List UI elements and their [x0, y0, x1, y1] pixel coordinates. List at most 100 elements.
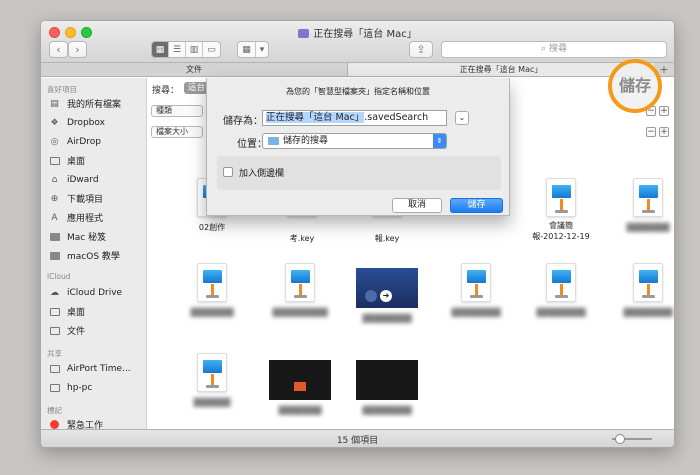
documents-icon: [49, 326, 60, 336]
chevron-down-icon[interactable]: ▾: [256, 42, 268, 57]
grid-arrange-icon[interactable]: ▦: [238, 42, 256, 57]
sidebar-item-hp-pc[interactable]: hp-pc: [49, 381, 92, 394]
sidebar-item-icloud-drive[interactable]: ☁ iCloud Drive: [49, 286, 122, 299]
all-files-icon: ▤: [50, 98, 59, 109]
cancel-button[interactable]: 取消: [392, 198, 442, 213]
file-item[interactable]: ▓▓▓▓▓▓▓▓: [606, 263, 674, 318]
sidebar-item-airdrop[interactable]: ◎ AirDrop: [49, 135, 101, 148]
expand-dialog-button[interactable]: ⌄: [455, 111, 469, 125]
thumbnail-graphic: [294, 382, 306, 391]
airport-icon: [49, 364, 60, 374]
sidebar-item-mac-tips[interactable]: Mac 秘笈: [49, 230, 106, 243]
file-item[interactable]: ➜ ▓▓▓▓▓▓▓▓: [345, 268, 429, 324]
presentation-thumbnail: [356, 360, 418, 400]
add-criteria-button[interactable]: +: [659, 127, 669, 137]
desktop-folder-icon: [49, 307, 60, 317]
sidebar-item-macos-tutorial[interactable]: macOS 教學: [49, 249, 120, 262]
back-button[interactable]: ‹: [49, 41, 68, 58]
column-view-icon[interactable]: ▥: [186, 42, 203, 57]
slider-knob[interactable]: [615, 434, 625, 444]
add-criteria-button[interactable]: +: [659, 106, 669, 116]
tab-search[interactable]: 正在搜尋「這台 Mac」: [347, 63, 654, 76]
save-button[interactable]: 儲存: [450, 198, 503, 213]
list-view-icon[interactable]: ☰: [169, 42, 186, 57]
play-icon: ➜: [380, 290, 392, 302]
sidebar: 喜好項目 ▤ 我的所有檔案 ❖ Dropbox ◎ AirDrop 桌面 ⌂ iDwar…: [41, 78, 147, 431]
name-suffix: .savedSearch: [364, 112, 429, 123]
presentation-thumbnail: [269, 360, 331, 400]
sidebar-item-icloud-documents[interactable]: 文件: [49, 324, 85, 337]
smart-folder-icon: [298, 29, 310, 38]
airdrop-icon: ◎: [50, 136, 59, 147]
icon-view-icon[interactable]: ▦: [152, 42, 169, 57]
file-item[interactable]: ▓▓▓▓▓▓▓: [170, 263, 254, 318]
downloads-icon: ⊕: [50, 193, 59, 204]
keynote-file-icon: [461, 263, 491, 302]
home-icon: ⌂: [51, 174, 58, 185]
location-popup[interactable]: 儲存的搜尋 ⇕: [262, 133, 447, 149]
file-item[interactable]: 會議簡 報-2012-12-19: [519, 178, 603, 242]
red-tag-icon: [49, 420, 60, 430]
folder-icon: [49, 232, 60, 242]
kind-popup[interactable]: 種類: [151, 105, 203, 117]
file-item[interactable]: ▓▓▓▓▓▓: [170, 353, 254, 408]
search-field[interactable]: ⌕ 搜尋: [441, 41, 667, 58]
keynote-file-icon: [197, 353, 227, 392]
file-item[interactable]: ▓▓▓▓▓▓▓: [606, 178, 674, 233]
folder-icon: [49, 251, 60, 261]
save-button-annotation: 儲存: [608, 59, 662, 113]
file-item[interactable]: ▓▓▓▓▓▓▓: [258, 360, 342, 416]
sidebar-item-icloud-desktop[interactable]: 桌面: [49, 305, 85, 318]
tab-bar: 文件 正在搜尋「這台 Mac」 +: [41, 63, 674, 77]
tab-documents[interactable]: 文件: [41, 63, 347, 76]
dropbox-icon: ❖: [50, 117, 59, 128]
left-arrow-icon: [365, 290, 377, 302]
sidebar-item-downloads[interactable]: ⊕ 下載項目: [49, 192, 103, 206]
selected-name-text: 正在搜尋「這台 Mac」: [266, 112, 365, 123]
keynote-file-icon: [285, 263, 315, 302]
keynote-file-icon: [546, 263, 576, 302]
updown-arrows-icon: ⇕: [433, 134, 446, 148]
save-as-label: 儲存為：: [223, 116, 263, 127]
sidebar-item-home[interactable]: ⌂ iDward: [49, 173, 99, 186]
folder-icon: [268, 137, 279, 145]
share-icon: ⇪: [416, 43, 426, 56]
sidebar-item-applications[interactable]: A 應用程式: [49, 211, 103, 225]
save-search-dialog: 為您的「智慧型檔案夾」指定名稱和位置 儲存為： 正在搜尋「這台 Mac」.sav…: [206, 78, 510, 216]
sidebar-heading-icloud: iCloud: [47, 272, 71, 281]
status-bar: 15 個項目: [41, 429, 674, 447]
applications-icon: A: [51, 212, 58, 223]
file-item[interactable]: ▓▓▓▓▓▓▓▓: [519, 263, 603, 318]
search-icon: ⌕: [541, 44, 547, 54]
remove-criteria-button[interactable]: −: [646, 127, 656, 137]
keynote-file-icon: [197, 263, 227, 302]
sidebar-item-desktop[interactable]: 桌面: [49, 154, 85, 167]
icon-size-slider[interactable]: [612, 434, 652, 444]
view-mode-control[interactable]: ▦ ☰ ▥ ▭: [151, 41, 221, 58]
sidebar-heading-favorites: 喜好項目: [47, 85, 77, 94]
keynote-file-icon: [633, 178, 663, 217]
window-title: 正在搜尋「這台 Mac」: [41, 25, 674, 40]
computer-icon: [49, 383, 60, 393]
size-popup[interactable]: 檔案大小: [151, 126, 203, 138]
cloud-icon: ☁: [50, 287, 59, 298]
keynote-file-icon: [546, 178, 576, 217]
file-item[interactable]: ▓▓▓▓▓▓▓▓: [345, 360, 429, 416]
arrange-control[interactable]: ▦ ▾: [237, 41, 269, 58]
forward-button[interactable]: ›: [68, 41, 87, 58]
share-button[interactable]: ⇪: [409, 41, 433, 58]
file-item[interactable]: ▓▓▓▓▓▓▓▓: [434, 263, 518, 318]
cover-flow-icon[interactable]: ▭: [203, 42, 220, 57]
sidebar-item-all-files[interactable]: ▤ 我的所有檔案: [49, 97, 121, 111]
sidebar-heading-shared: 共享: [47, 349, 62, 358]
file-item[interactable]: ▓▓▓▓▓▓▓▓▓: [258, 263, 342, 318]
sidebar-item-airport[interactable]: AirPort Time...: [49, 362, 131, 375]
desktop-folder-icon: [49, 156, 60, 166]
save-as-field[interactable]: 正在搜尋「這台 Mac」.savedSearch: [262, 110, 447, 126]
sidebar-item-dropbox[interactable]: ❖ Dropbox: [49, 116, 104, 129]
keynote-file-icon: [633, 263, 663, 302]
search-scope-label: 搜尋：: [152, 86, 180, 96]
chevron-down-icon: ⌄: [458, 113, 466, 122]
sidebar-heading-tags: 標記: [47, 406, 62, 415]
add-to-sidebar-checkbox[interactable]: [223, 167, 233, 177]
